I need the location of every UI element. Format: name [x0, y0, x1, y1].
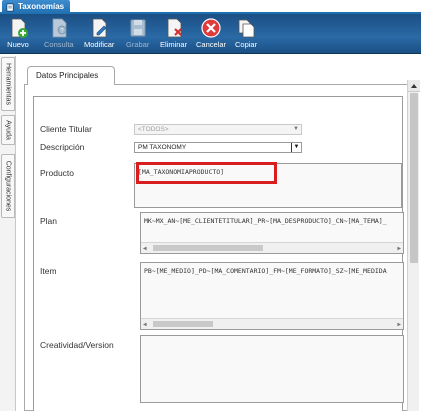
vertical-scrollbar[interactable] [407, 80, 420, 411]
cancelar-button[interactable]: Cancelar [196, 17, 226, 51]
eliminar-label: Eliminar [160, 40, 188, 49]
sidetab-configuraciones-label: Configuraciones [4, 160, 12, 212]
creatividad-textarea[interactable] [140, 335, 404, 403]
tab-title-label: Taxonomías [18, 2, 65, 11]
plan-label: Plan [40, 216, 58, 226]
arrow-right-icon: ▶ [397, 321, 401, 328]
descripcion-value: PM TAXONOMY [138, 144, 187, 151]
item-horizontal-scrollbar[interactable]: ◀ ▶ [141, 318, 403, 329]
producto-label: Producto [40, 168, 75, 178]
eliminar-button[interactable]: Eliminar [160, 17, 187, 51]
sidetab-herramientas-label: Herramientas [4, 62, 12, 106]
cancel-icon [201, 18, 221, 38]
copiar-label: Copiar [235, 40, 258, 49]
nuevo-label: Nuevo [7, 40, 29, 49]
arrow-left-icon: ◀ [143, 245, 147, 252]
sidetab-herramientas[interactable]: Herramientas [1, 57, 15, 111]
edit-document-icon [92, 18, 107, 38]
scroll-thumb[interactable] [410, 93, 418, 263]
arrow-right-icon: ▶ [397, 245, 401, 252]
toolbar: Nuevo ? Consulta Modificar Grabar Elimin… [0, 14, 421, 54]
nuevo-button[interactable]: Nuevo [7, 17, 29, 51]
copiar-button[interactable]: Copiar [235, 17, 257, 51]
sidetab-ayuda[interactable]: Ayuda [1, 115, 15, 145]
save-icon [130, 19, 146, 37]
application-window: Taxonomías Nuevo ? Consulta Modificar Gr… [0, 0, 421, 411]
arrow-up-icon [411, 84, 417, 88]
plan-horizontal-scrollbar[interactable]: ◀ ▶ [141, 242, 403, 253]
grabar-button[interactable]: Grabar [126, 17, 149, 51]
side-panel-tabs: Herramientas Ayuda Configuraciones [0, 56, 16, 411]
cancelar-label: Cancelar [196, 40, 227, 49]
creatividad-label: Creatividad/Version [40, 340, 114, 350]
plan-textarea[interactable]: MK~MX_AN~[ME_CLIENTETITULAR]_PR~[MA_DESP… [140, 212, 404, 254]
cliente-titular-label: Cliente Titular [40, 124, 92, 134]
scroll-up-button[interactable] [408, 80, 420, 92]
item-textarea[interactable]: PB~[ME_MEDIO]_PD~[MA_COMENTARIO]_FM~[ME_… [140, 262, 404, 330]
new-document-icon [11, 18, 28, 38]
tab-datos-principales[interactable]: Datos Principales [27, 66, 115, 85]
chevron-down-icon: ▼ [293, 126, 299, 132]
item-label: Item [40, 266, 57, 276]
sidetab-configuraciones[interactable]: Configuraciones [1, 154, 15, 218]
cliente-titular-select[interactable]: <TODOS> ▼ [134, 124, 302, 135]
plan-value: MK~MX_AN~[ME_CLIENTETITULAR]_PR~[MA_DESP… [144, 217, 387, 225]
item-scroll-thumb[interactable] [153, 321, 213, 327]
descripcion-select[interactable]: PM TAXONOMY ▼ [134, 142, 302, 153]
modificar-button[interactable]: Modificar [84, 17, 114, 51]
modificar-label: Modificar [84, 40, 115, 49]
highlight-box [136, 162, 277, 184]
document-icon [6, 3, 14, 11]
delete-document-icon [167, 18, 182, 38]
item-value: PB~[ME_MEDIO]_PD~[MA_COMENTARIO]_FM~[ME_… [144, 267, 387, 275]
consulta-button[interactable]: ? Consulta [44, 17, 74, 51]
arrow-left-icon: ◀ [143, 321, 147, 328]
consulta-label: Consulta [44, 40, 74, 49]
query-icon: ? [52, 18, 67, 38]
sidetab-ayuda-label: Ayuda [4, 120, 12, 140]
grabar-label: Grabar [126, 40, 150, 49]
cliente-titular-value: <TODOS> [138, 126, 169, 133]
plan-scroll-thumb[interactable] [153, 245, 263, 251]
copy-icon [238, 19, 255, 38]
document-tab-strip: Taxonomías [0, 0, 421, 14]
chevron-down-icon: ▼ [291, 143, 301, 152]
tab-taxonomias[interactable]: Taxonomías [2, 0, 71, 14]
descripcion-label: Descripción [40, 142, 85, 152]
